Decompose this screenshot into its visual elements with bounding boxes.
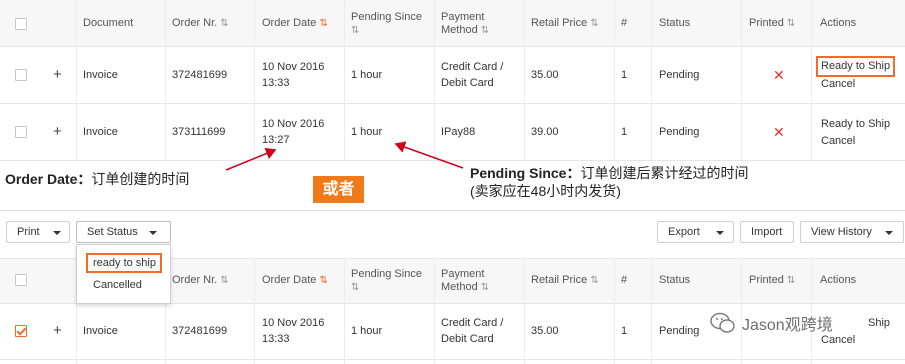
column-separator [651,258,652,364]
watermark: Jason观跨境 [710,308,833,338]
print-button[interactable]: Print [6,221,70,243]
item-count: 1 [621,325,628,337]
divider [0,210,905,211]
export-button-label: Export [668,226,700,238]
pending-since-annotation-desc: 订单创建后累计经过的时间 [580,165,749,181]
set-status-dropdown: ready to ship Cancelled [76,244,171,304]
sort-icon[interactable]: ⇅ [220,275,228,286]
expand-plus-icon[interactable]: + [53,323,62,338]
column-header-count: # [621,274,628,286]
watermark-text: Jason观跨境 [742,317,833,334]
order-number-link[interactable]: 372481699 [172,323,227,339]
column-separator [254,258,255,364]
order-date-arrow [225,147,277,171]
view-history-button[interactable]: View History [800,221,904,243]
column-header-actions: Actions [820,274,857,286]
column-header-printed[interactable]: Printed ⇅ [749,274,795,287]
row-checkbox-checked[interactable] [15,325,27,337]
invoice-link[interactable]: Invoice [83,323,118,339]
chevron-down-icon [149,231,157,235]
column-header-pending-since[interactable]: Pending Since ⇅ [351,268,431,294]
order-date-annotation: Order Date：订单创建的时间 [5,170,189,188]
order-date: 10 Nov 2016 13:33 [262,317,325,345]
pending-since-arrow [394,141,464,169]
order-date-annotation-desc: 订单创建的时间 [91,171,190,187]
column-header-payment-method[interactable]: Payment Method ⇅ [441,268,501,294]
column-header-order-nr[interactable]: Order Nr. ⇅ [172,274,229,287]
column-header-status: Status [659,274,691,286]
select-all-checkbox[interactable] [15,274,27,286]
chevron-down-icon [53,231,61,235]
ready-to-ship-link[interactable]: Ship [868,315,890,331]
pending-since: 1 hour [351,325,383,337]
column-separator [344,258,345,364]
pending-since-annotation: Pending Since：订单创建后累计经过的时间 (卖家应在48小时内发货) [470,164,900,200]
sort-active-icon[interactable]: ⇅ [319,275,327,286]
export-button[interactable]: Export [657,221,734,243]
set-status-button-label: Set Status [87,226,138,238]
column-header-retail-price[interactable]: Retail Price ⇅ [531,274,599,287]
print-button-label: Print [17,226,40,238]
column-separator [614,258,615,364]
sort-icon[interactable]: ⇅ [481,282,489,293]
set-status-button[interactable]: Set Status [76,221,171,243]
column-separator [434,258,435,364]
order-date-annotation-label: Order Date： [5,171,92,187]
or-badge: 或者 [313,176,364,203]
payment-method: Credit Card / Debit Card [441,317,504,345]
wechat-icon [710,312,735,333]
chevron-down-icon [885,231,893,235]
sort-icon[interactable]: ⇅ [787,275,795,286]
chevron-down-icon [716,231,724,235]
dropdown-option-cancelled[interactable]: Cancelled [93,277,142,293]
import-button[interactable]: Import [740,221,794,243]
import-button-label: Import [751,226,783,238]
sort-icon[interactable]: ⇅ [590,275,598,286]
column-separator [524,258,525,364]
retail-price: 35.00 [531,325,559,337]
pending-since-annotation-note: (卖家应在48小时内发货) [470,183,621,199]
dropdown-option-ready-to-ship[interactable]: ready to ship [93,255,156,271]
column-header-order-date[interactable]: Order Date ⇅ [262,274,328,287]
view-history-button-label: View History [811,226,872,238]
sort-icon[interactable]: ⇅ [351,282,359,293]
divider [0,359,905,360]
status-text: Pending [659,325,700,337]
pending-since-annotation-label: Pending Since： [470,165,581,181]
